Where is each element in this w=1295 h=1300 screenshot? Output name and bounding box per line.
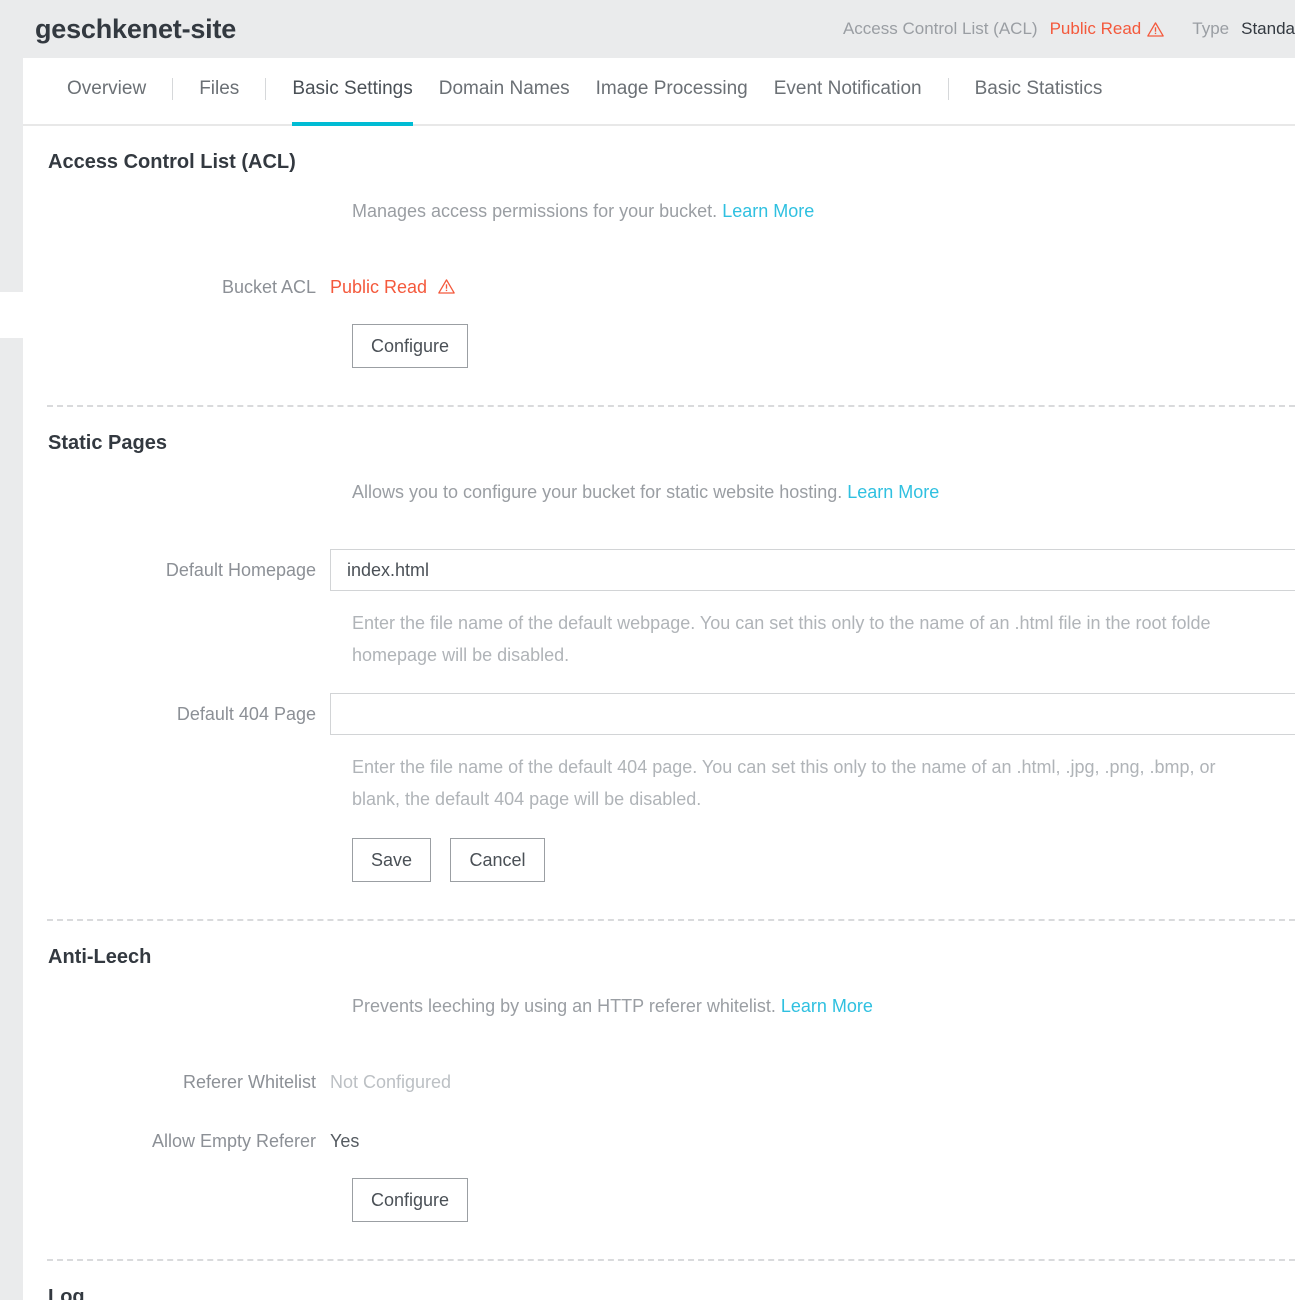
warning-triangle-icon: [437, 278, 455, 295]
save-button[interactable]: Save: [352, 838, 432, 882]
row-referer-whitelist: Referer Whitelist Not Configured: [23, 1069, 1295, 1095]
section-anti-leech-title: Anti-Leech: [48, 946, 152, 968]
tab-basic-settings[interactable]: Basic Settings: [292, 58, 413, 126]
tab-overview[interactable]: Overview: [67, 58, 146, 126]
header-meta: Access Control List (ACL) Public Read Ty…: [843, 19, 1295, 39]
anti-leech-actions: Configure: [23, 1178, 1295, 1222]
section-acl-description: Manages access permissions for your buck…: [23, 196, 1295, 226]
tab-basic-statistics[interactable]: Basic Statistics: [975, 58, 1103, 126]
allow-empty-referer-value: Yes: [330, 1131, 360, 1151]
header-acl-value: Public Read: [1049, 19, 1142, 38]
row-default-homepage: Default Homepage: [23, 549, 1295, 591]
tab-domain-names[interactable]: Domain Names: [439, 58, 570, 126]
referer-whitelist-field: Not Configured: [330, 1069, 1295, 1095]
row-default-404-page: Default 404 Page: [23, 693, 1295, 735]
section-log: Log: [23, 1261, 1295, 1300]
header-type-label: Type: [1192, 19, 1230, 38]
tab-separator: [947, 78, 949, 100]
default-homepage-hint: Enter the file name of the default webpa…: [23, 607, 1295, 671]
default-homepage-input[interactable]: [330, 549, 1295, 591]
default-homepage-field: [330, 549, 1295, 591]
section-acl-title: Access Control List (ACL): [48, 151, 296, 173]
warning-triangle-icon: [1147, 21, 1165, 38]
sidebar-edge-top: [0, 0, 23, 292]
bucket-acl-field: Public Read: [330, 274, 1295, 300]
allow-empty-referer-field: Yes: [330, 1128, 1295, 1154]
default-404-page-hint-line-2: blank, the default 404 page will be disa…: [352, 789, 702, 809]
default-404-page-input[interactable]: [330, 693, 1295, 735]
section-static-pages-description: Allows you to configure your bucket for …: [23, 477, 1295, 507]
bucket-acl-label: Bucket ACL: [221, 277, 316, 297]
sidebar-edge-bottom: [0, 338, 23, 1300]
section-static-pages-title: Static Pages: [48, 432, 167, 454]
section-acl-description-text: Manages access permissions for your buck…: [352, 201, 718, 221]
section-log-title: Log: [48, 1286, 85, 1300]
section-static-pages: Static Pages Allows you to configure you…: [23, 407, 1295, 921]
acl-configure-button[interactable]: Configure: [352, 324, 469, 368]
section-anti-leech: Anti-Leech Prevents leeching by using an…: [23, 921, 1295, 1261]
tab-separator: [172, 78, 174, 100]
section-anti-leech-learn-more-link[interactable]: Learn More: [781, 996, 873, 1016]
section-anti-leech-description-text: Prevents leeching by using an HTTP refer…: [352, 996, 776, 1016]
page-header: geschkenet-site Access Control List (ACL…: [23, 0, 1295, 58]
section-acl: Access Control List (ACL) Manages access…: [23, 126, 1295, 407]
static-pages-actions: Save Cancel: [23, 838, 1295, 882]
referer-whitelist-label: Referer Whitelist: [182, 1072, 316, 1092]
header-acl-label: Access Control List (ACL): [842, 19, 1038, 38]
default-homepage-label: Default Homepage: [165, 560, 316, 580]
default-404-page-hint-line-1: Enter the file name of the default 404 p…: [352, 757, 1216, 777]
default-404-page-hint: Enter the file name of the default 404 p…: [23, 751, 1295, 815]
section-static-pages-learn-more-link[interactable]: Learn More: [847, 482, 939, 502]
page-root: geschkenet-site Access Control List (ACL…: [0, 0, 1295, 1300]
row-bucket-acl: Bucket ACL Public Read: [23, 274, 1295, 300]
default-404-page-field: [330, 693, 1295, 735]
tab-list: Overview Files Basic Settings Domain Nam…: [23, 58, 1102, 126]
tab-event-notification[interactable]: Event Notification: [774, 58, 922, 126]
settings-content: Access Control List (ACL) Manages access…: [23, 126, 1295, 1300]
page-title: geschkenet-site: [35, 13, 237, 44]
tab-separator: [265, 78, 267, 100]
default-homepage-hint-line-2: homepage will be disabled.: [352, 645, 570, 665]
default-404-page-label: Default 404 Page: [176, 704, 316, 724]
tab-files[interactable]: Files: [199, 58, 239, 126]
section-anti-leech-description: Prevents leeching by using an HTTP refer…: [23, 991, 1295, 1021]
section-static-pages-description-text: Allows you to configure your bucket for …: [352, 482, 843, 502]
default-homepage-hint-line-1: Enter the file name of the default webpa…: [352, 613, 1211, 633]
section-acl-learn-more-link[interactable]: Learn More: [722, 201, 814, 221]
bucket-acl-value: Public Read: [330, 277, 428, 297]
tab-image-processing[interactable]: Image Processing: [596, 58, 748, 126]
header-type-value: Standa: [1241, 19, 1295, 38]
row-allow-empty-referer: Allow Empty Referer Yes: [23, 1128, 1295, 1154]
anti-leech-configure-button[interactable]: Configure: [352, 1178, 469, 1222]
tab-bar: Overview Files Basic Settings Domain Nam…: [23, 58, 1295, 126]
cancel-button[interactable]: Cancel: [450, 838, 545, 882]
allow-empty-referer-label: Allow Empty Referer: [151, 1131, 316, 1151]
acl-actions: Configure: [23, 324, 1295, 368]
referer-whitelist-value: Not Configured: [330, 1072, 452, 1092]
